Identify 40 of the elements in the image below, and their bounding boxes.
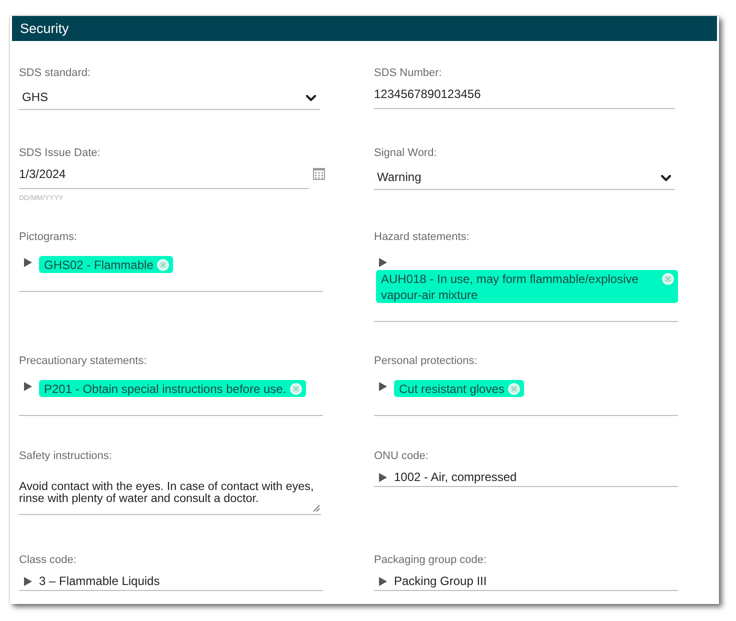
resize-handle-icon[interactable]: [313, 505, 320, 512]
tree-select-field[interactable]: 3 – Flammable Liquids: [19, 571, 323, 591]
chevron-down-icon: [306, 94, 316, 102]
field-label: ONU code:: [374, 449, 428, 463]
field-label: SDS standard:: [19, 66, 91, 80]
caret-right-icon[interactable]: [379, 472, 387, 482]
select-field[interactable]: GHS: [19, 84, 320, 110]
field-label: Precautionary statements:: [19, 354, 147, 368]
tag-label: AUH018 - In use, may form flammable/explosive vapour-air mixture: [381, 271, 640, 303]
tree-select-field[interactable]: Packing Group III: [374, 571, 678, 591]
caret-right-icon[interactable]: [24, 258, 32, 267]
date-field[interactable]: 1/3/2024: [19, 164, 309, 189]
field-label: Personal protections:: [374, 354, 478, 368]
section-title: Security: [20, 20, 69, 36]
caret-right-icon[interactable]: [24, 576, 32, 586]
text-field[interactable]: 1234567890123456: [374, 84, 675, 109]
caret-right-icon[interactable]: [379, 258, 387, 267]
tag-field[interactable]: GHS02 - Flammable: [19, 248, 323, 292]
tree-select-field[interactable]: 1002 - Air, compressed: [374, 467, 678, 487]
textarea-field[interactable]: Avoid contact with the eyes. In case of contact with eyes, rinse with plenty of water and consult a doctor.: [19, 467, 321, 515]
tag-label: P201 - Obtain special instructions before use.: [44, 381, 286, 397]
tag-field[interactable]: Cut resistant gloves: [374, 372, 678, 416]
field-label: SDS Number:: [374, 66, 442, 80]
calendar-icon[interactable]: [313, 168, 325, 180]
field-label: SDS Issue Date:: [19, 146, 100, 160]
field-label: Pictograms:: [19, 230, 78, 244]
tag-label: Cut resistant gloves: [399, 381, 504, 397]
tag-field[interactable]: P201 - Obtain special instructions before use.: [19, 372, 323, 416]
caret-right-icon[interactable]: [379, 382, 387, 391]
select-field[interactable]: Warning: [374, 164, 675, 190]
caret-right-icon[interactable]: [379, 576, 387, 586]
field-label: Packaging group code:: [374, 553, 487, 567]
field-label: Hazard statements:: [374, 230, 470, 244]
tag-label: GHS02 - Flammable: [44, 257, 154, 273]
caret-right-icon[interactable]: [24, 382, 32, 391]
field-label: Safety instructions:: [19, 449, 112, 463]
chevron-down-icon: [661, 174, 671, 182]
field-label: Class code:: [19, 553, 76, 567]
tag-field[interactable]: AUH018 - In use, may form flammable/explosive vapour-air mixture: [374, 248, 678, 322]
field-label: Signal Word:: [374, 146, 437, 160]
